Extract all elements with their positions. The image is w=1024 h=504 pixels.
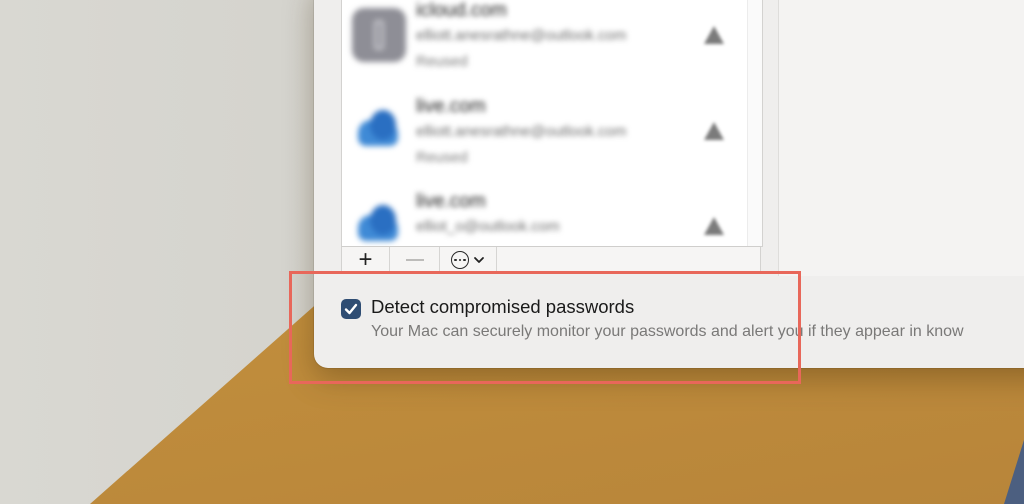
detect-compromised-checkbox[interactable] [341, 299, 361, 319]
minus-icon [405, 259, 424, 261]
detect-compromised-label[interactable]: Detect compromised passwords [371, 296, 634, 318]
detect-compromised-description: Your Mac can securely monitor your passw… [371, 323, 964, 340]
ellipsis-circle-icon [451, 251, 469, 269]
entry-username: elliott.anesrathne@outlook.com [416, 123, 627, 140]
warning-icon [704, 26, 724, 44]
plus-icon: + [358, 246, 373, 273]
checkmark-icon [344, 303, 358, 315]
list-toolbar: + [341, 246, 761, 274]
remove-password-button[interactable] [390, 247, 440, 273]
entry-domain: live.com [416, 96, 486, 117]
passwords-list[interactable]: icloud.com elliott.anesrathne@outlook.co… [341, 0, 763, 247]
list-scrollbar[interactable] [747, 0, 762, 246]
more-options-button[interactable] [440, 247, 497, 273]
icloud-icon [352, 8, 406, 62]
list-item[interactable]: icloud.com elliott.anesrathne@outlook.co… [342, 0, 748, 103]
microsoft-icon [352, 199, 406, 246]
chevron-down-icon [474, 257, 484, 263]
entry-status: Reused [416, 149, 468, 166]
microsoft-icon [352, 104, 406, 158]
add-password-button[interactable]: + [342, 247, 390, 273]
passwords-settings-window: icloud.com elliott.anesrathne@outlook.co… [314, 0, 1024, 368]
list-item[interactable]: live.com elliot_o@outlook.com [342, 191, 748, 246]
warning-icon [704, 122, 724, 140]
detail-pane [778, 0, 1024, 276]
entry-status: Reused [416, 53, 468, 70]
list-item[interactable]: live.com elliott.anesrathne@outlook.com … [342, 96, 748, 199]
entry-username: elliott.anesrathne@outlook.com [416, 27, 627, 44]
entry-username: elliot_o@outlook.com [416, 218, 560, 235]
entry-domain: live.com [416, 191, 486, 212]
entry-domain: icloud.com [416, 0, 507, 21]
warning-icon [704, 217, 724, 235]
